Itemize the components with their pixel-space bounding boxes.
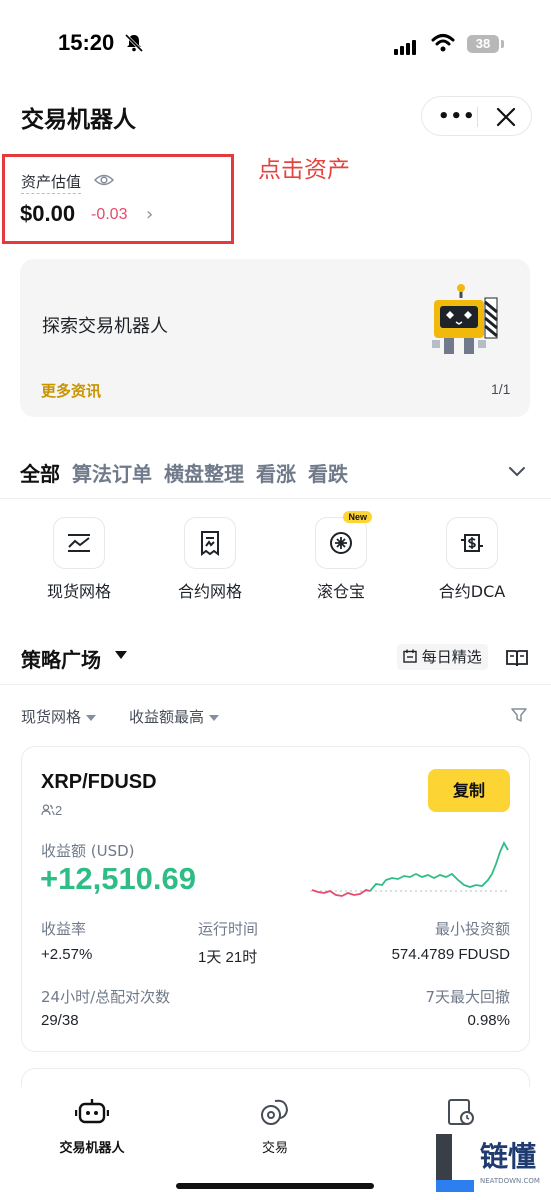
svg-text:NEATDOWN.COM: NEATDOWN.COM (480, 1177, 540, 1185)
caret-down-icon[interactable] (115, 651, 127, 659)
pnl-label: 收益额 (USD) (41, 842, 135, 860)
strategy-label: 合约DCA (438, 582, 506, 601)
strategy-label: 滚仓宝 (316, 582, 365, 601)
min-invest-label: 最小投资额 (434, 920, 510, 938)
filter-sort-label: 收益额最高 (129, 708, 205, 726)
nav-orders[interactable] (400, 1097, 520, 1131)
matches-value: 29/38 (41, 1012, 79, 1029)
tab-algo-orders[interactable]: 算法订单 (72, 462, 152, 486)
asset-change: -0.03 (91, 206, 128, 223)
nav-trade-label: 交易 (261, 1141, 288, 1156)
bell-muted-icon (124, 33, 144, 53)
daily-picks-button[interactable]: 每日精选 (397, 644, 488, 670)
roi-label: 收益率 (41, 920, 87, 938)
drawdown-value: 0.98% (467, 1012, 510, 1029)
chevron-down-icon[interactable] (506, 461, 528, 481)
daily-picks-label: 每日精选 (421, 648, 482, 666)
asset-label[interactable]: 资产估值 (21, 171, 82, 194)
strategy-label: 合约网格 (177, 582, 242, 601)
runtime-value: 1天 21时 (198, 949, 258, 966)
close-icon[interactable] (492, 103, 520, 131)
pnl-sparkline (310, 841, 510, 897)
filter-type[interactable]: 现货网格 (21, 706, 97, 727)
banner-title: 探索交易机器人 (42, 316, 168, 337)
strategy-spot-grid[interactable]: 现货网格 (19, 517, 139, 602)
nav-trade[interactable]: 交易 (215, 1097, 335, 1156)
pair-name: XRP/FDUSD (41, 771, 157, 793)
roi-value: +2.57% (41, 946, 93, 963)
matches-label: 24小时/总配对次数 (41, 988, 171, 1006)
users-icon (41, 804, 55, 816)
drawdown-label: 7天最大回撤 (425, 988, 510, 1006)
svg-text:链懂: 链懂 (480, 1140, 536, 1173)
status-time: 15:20 (58, 30, 115, 55)
pnl-value: +12,510.69 (40, 861, 197, 896)
signal-icon (394, 36, 418, 55)
strategy-futures-grid[interactable]: 合约网格 (150, 517, 270, 602)
asset-value[interactable]: $0.00 (20, 201, 75, 227)
divider (0, 684, 551, 685)
annotation-text: 点击资产 (258, 157, 350, 183)
filter-icon[interactable] (511, 707, 527, 723)
runtime-label: 运行时间 (198, 920, 259, 938)
more-button[interactable]: ••• (438, 106, 476, 127)
wifi-icon (431, 34, 455, 52)
caret-down-icon (209, 714, 220, 721)
strategy-rollover[interactable]: New 滚仓宝 (281, 511, 401, 602)
tab-sideways[interactable]: 横盘整理 (164, 462, 244, 486)
watermark-logo: 链懂 NEATDOWN.COM (436, 1134, 540, 1192)
rollover-icon: New (315, 511, 372, 569)
caret-down-icon (86, 714, 97, 721)
nav-bots-label: 交易机器人 (59, 1141, 125, 1156)
new-badge: New (343, 511, 372, 523)
chevron-right-icon[interactable]: › (146, 204, 153, 225)
copiers-value: 2 (55, 803, 63, 818)
home-indicator (176, 1183, 374, 1189)
calendar-icon (403, 649, 417, 663)
category-tabs: 全部 算法订单 横盘整理 看涨 看跌 (20, 458, 360, 487)
annotation-highlight-box (2, 154, 234, 244)
copy-button[interactable]: 复制 (428, 769, 510, 812)
futures-grid-icon (184, 517, 236, 569)
header-actions: ••• (421, 96, 532, 136)
trade-icon (261, 1099, 289, 1125)
banner-page-indicator: 1/1 (491, 381, 511, 397)
tab-all[interactable]: 全部 (20, 462, 60, 486)
strategy-label: 现货网格 (46, 582, 111, 601)
pill-divider (477, 107, 478, 127)
futures-dca-icon (446, 517, 498, 569)
divider (0, 498, 551, 499)
tab-bearish[interactable]: 看跌 (308, 462, 348, 486)
spot-grid-icon (53, 517, 105, 569)
battery-tip (501, 40, 504, 48)
filter-sort[interactable]: 收益额最高 (129, 706, 220, 727)
strategy-square-title[interactable]: 策略广场 (21, 644, 101, 673)
filter-type-label: 现货网格 (21, 708, 82, 726)
book-icon[interactable] (506, 648, 528, 668)
robot-icon (74, 1099, 110, 1124)
nav-bots[interactable]: 交易机器人 (32, 1097, 152, 1156)
min-invest-value: 574.4789 FDUSD (391, 946, 510, 963)
order-history-icon (448, 1099, 474, 1125)
eye-icon[interactable] (94, 172, 114, 188)
banner-more-link[interactable]: 更多资讯 (41, 380, 101, 401)
tab-bullish[interactable]: 看涨 (256, 462, 296, 486)
robot-mascot-icon (432, 284, 498, 354)
strategy-futures-dca[interactable]: 合约DCA (412, 517, 532, 602)
battery-icon: 38 (467, 35, 499, 53)
page-title: 交易机器人 (21, 107, 136, 133)
copiers-count: 2 (41, 803, 62, 818)
